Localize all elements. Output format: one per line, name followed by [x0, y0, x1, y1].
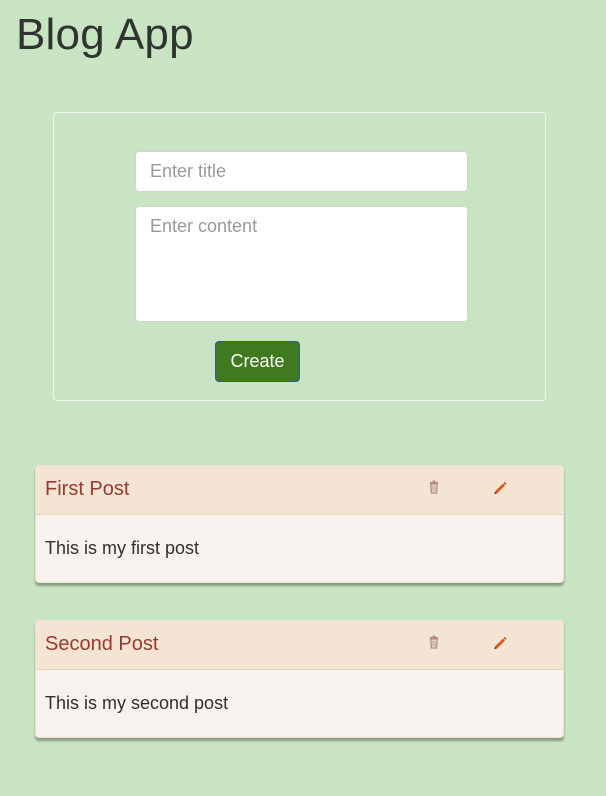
trash-icon: [430, 480, 438, 494]
trash-icon: [430, 635, 438, 649]
app-title: Blog App: [16, 10, 194, 59]
post-title: Second Post: [45, 633, 159, 655]
content-input[interactable]: [135, 206, 468, 322]
delete-post-button[interactable]: [425, 633, 443, 651]
delete-post-button[interactable]: [425, 478, 443, 496]
post-title: First Post: [45, 478, 130, 500]
post-header: Second Post: [36, 621, 563, 670]
post-header: First Post: [36, 466, 563, 515]
pencil-icon: [494, 636, 507, 650]
title-input[interactable]: [135, 151, 468, 192]
new-post-form: Create: [53, 112, 546, 401]
create-button[interactable]: Create: [215, 341, 300, 382]
edit-post-button[interactable]: [491, 633, 509, 651]
post-content: This is my second post: [45, 693, 229, 713]
edit-post-button[interactable]: [491, 478, 509, 496]
post-card: First Post This is my first post: [35, 465, 564, 583]
post-card: Second Post This is my second post: [35, 620, 564, 738]
post-content: This is my first post: [45, 538, 200, 558]
pencil-icon: [494, 481, 507, 495]
